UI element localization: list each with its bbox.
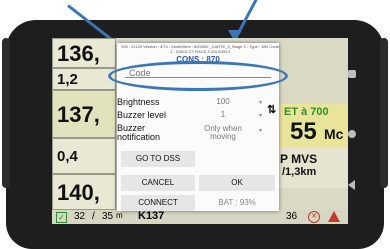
big-value: 55 [290, 118, 317, 145]
buzzer-notification-dropdown-icon[interactable]: ▾ [259, 127, 262, 134]
home-icon[interactable] [348, 130, 356, 138]
sort-icon[interactable]: ⇅ [267, 105, 276, 116]
warning-icon [328, 211, 340, 222]
back-icon[interactable] [348, 180, 355, 190]
et-label: ET à 700 [284, 106, 329, 118]
gauge-cell-5: 140, [52, 174, 116, 210]
brightness-dropdown-icon[interactable]: ▾ [259, 99, 262, 106]
mvs-label: P MVS [280, 152, 318, 166]
status-right-number: 36 [286, 211, 298, 222]
distance-label: /1,3km [282, 166, 317, 178]
alert-icon: ✕ [308, 211, 320, 223]
gauge-cell-4: 0,4 [52, 138, 116, 174]
right-panel-top [278, 38, 348, 104]
setting-row-buzzer-notification[interactable]: Buzzer notification Only when moving ▾ [117, 123, 279, 145]
right-bumper [380, 38, 388, 188]
left-bumper [2, 38, 10, 188]
battery-status: BAT : 93% [218, 198, 256, 207]
gauge-value: 140, [57, 180, 100, 205]
count-right: 35 [102, 211, 114, 222]
gauge-cell-3: 137, [52, 90, 116, 138]
gauge-value: 0,4 [57, 148, 78, 165]
go-to-dss-button[interactable]: GO TO DSS [121, 151, 195, 167]
gauge-cell-2: 1,2 [52, 68, 116, 90]
brightness-value[interactable]: 100 [207, 98, 239, 106]
buzzer-notification-label: Buzzer notification [117, 123, 161, 142]
device-info-text: S/N : 22120 Version : 3/74 - ModbWerk : … [121, 44, 279, 54]
buzzer-level-value[interactable]: 1 [207, 111, 239, 119]
right-panel-highlight: ET à 700 55 Mc [278, 104, 348, 148]
gauge-cell-1: 136, [52, 38, 116, 68]
status-bar: ✓ 32 / 35 m K137 36 ✕ [52, 210, 348, 224]
big-unit: Mc [324, 126, 344, 142]
gauge-value: 1,2 [57, 71, 78, 88]
connect-button[interactable]: CONNECT [121, 195, 195, 211]
setting-row-brightness[interactable]: Brightness 100 ▾ [117, 97, 279, 107]
check-icon: ✓ [56, 212, 67, 223]
ok-button[interactable]: OK [199, 175, 275, 191]
count-left: 32 [74, 211, 86, 222]
android-nav-bar [345, 40, 367, 222]
brightness-label: Brightness [117, 97, 160, 107]
buzzer-level-dropdown-icon[interactable]: ▾ [259, 112, 262, 119]
right-panel-mvs: P MVS /1,3km [278, 148, 348, 188]
right-panel-bottom [278, 188, 348, 210]
unit-m: m [116, 211, 123, 220]
count-separator: / [92, 211, 95, 222]
cancel-button[interactable]: CANCEL [121, 175, 195, 191]
recents-icon[interactable] [348, 70, 356, 78]
buzzer-notification-value[interactable]: Only when moving [195, 125, 251, 141]
gauge-value: 137, [57, 102, 100, 127]
gauge-value: 136, [57, 41, 100, 66]
setting-row-buzzer-level[interactable]: Buzzer level 1 ▾ [117, 110, 279, 120]
kilometer-label: K137 [138, 210, 165, 222]
code-field-highlight [108, 61, 288, 91]
buzzer-level-label: Buzzer level [117, 110, 167, 120]
